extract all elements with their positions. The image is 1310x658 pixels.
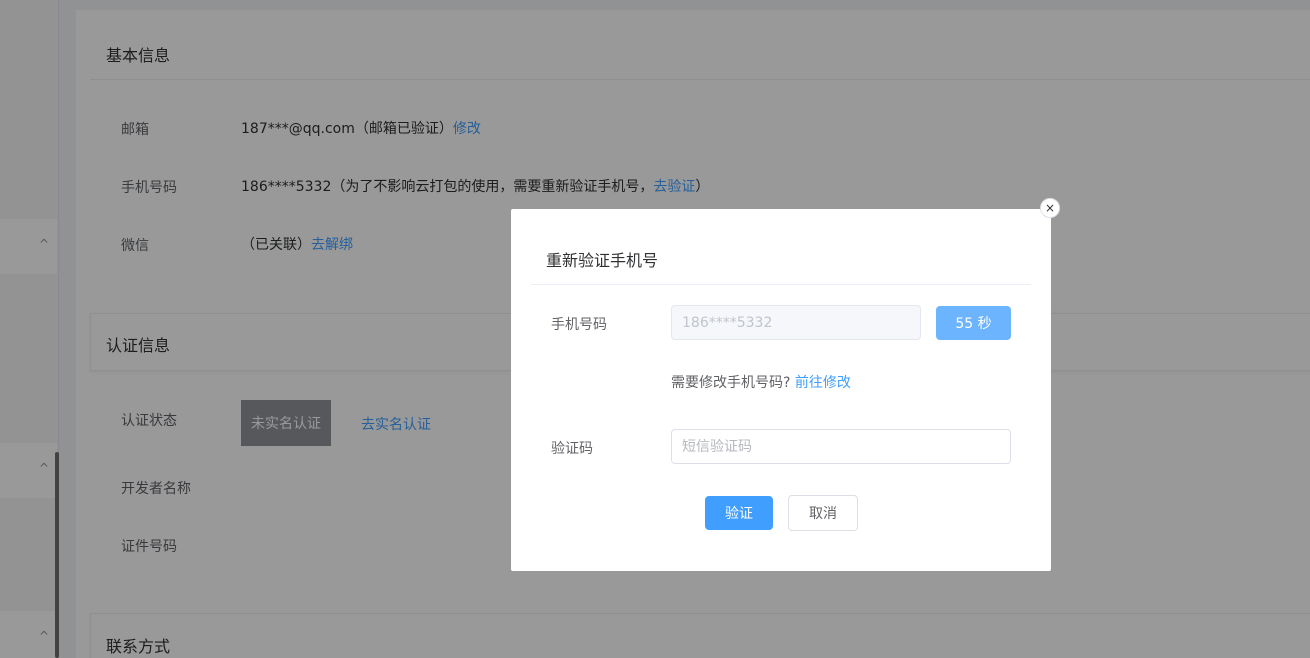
dialog-title: 重新验证手机号 — [546, 251, 659, 270]
go-change-phone-link[interactable]: 前往修改 — [795, 375, 851, 391]
page: ^ ^ ^ 基本信息 邮箱 187***@qq.com（邮箱已验证）修改 手机号… — [0, 0, 1310, 658]
dialog-phone-label: 手机号码 — [551, 317, 607, 333]
dialog-divider — [531, 284, 1031, 285]
verify-button[interactable]: 验证 — [705, 496, 773, 530]
cancel-button[interactable]: 取消 — [788, 495, 858, 531]
change-phone-hint-text: 需要修改手机号码? — [671, 375, 791, 391]
send-code-countdown-button[interactable]: 55 秒 — [936, 306, 1011, 340]
verify-phone-dialog: 重新验证手机号 手机号码 55 秒 需要修改手机号码? 前往修改 验证码 验证 … — [511, 209, 1051, 571]
sms-code-input[interactable] — [671, 429, 1011, 464]
close-icon[interactable]: × — [1040, 198, 1060, 218]
phone-input — [671, 305, 921, 340]
code-label: 验证码 — [551, 441, 593, 457]
change-phone-hint: 需要修改手机号码? 前往修改 — [671, 372, 851, 392]
